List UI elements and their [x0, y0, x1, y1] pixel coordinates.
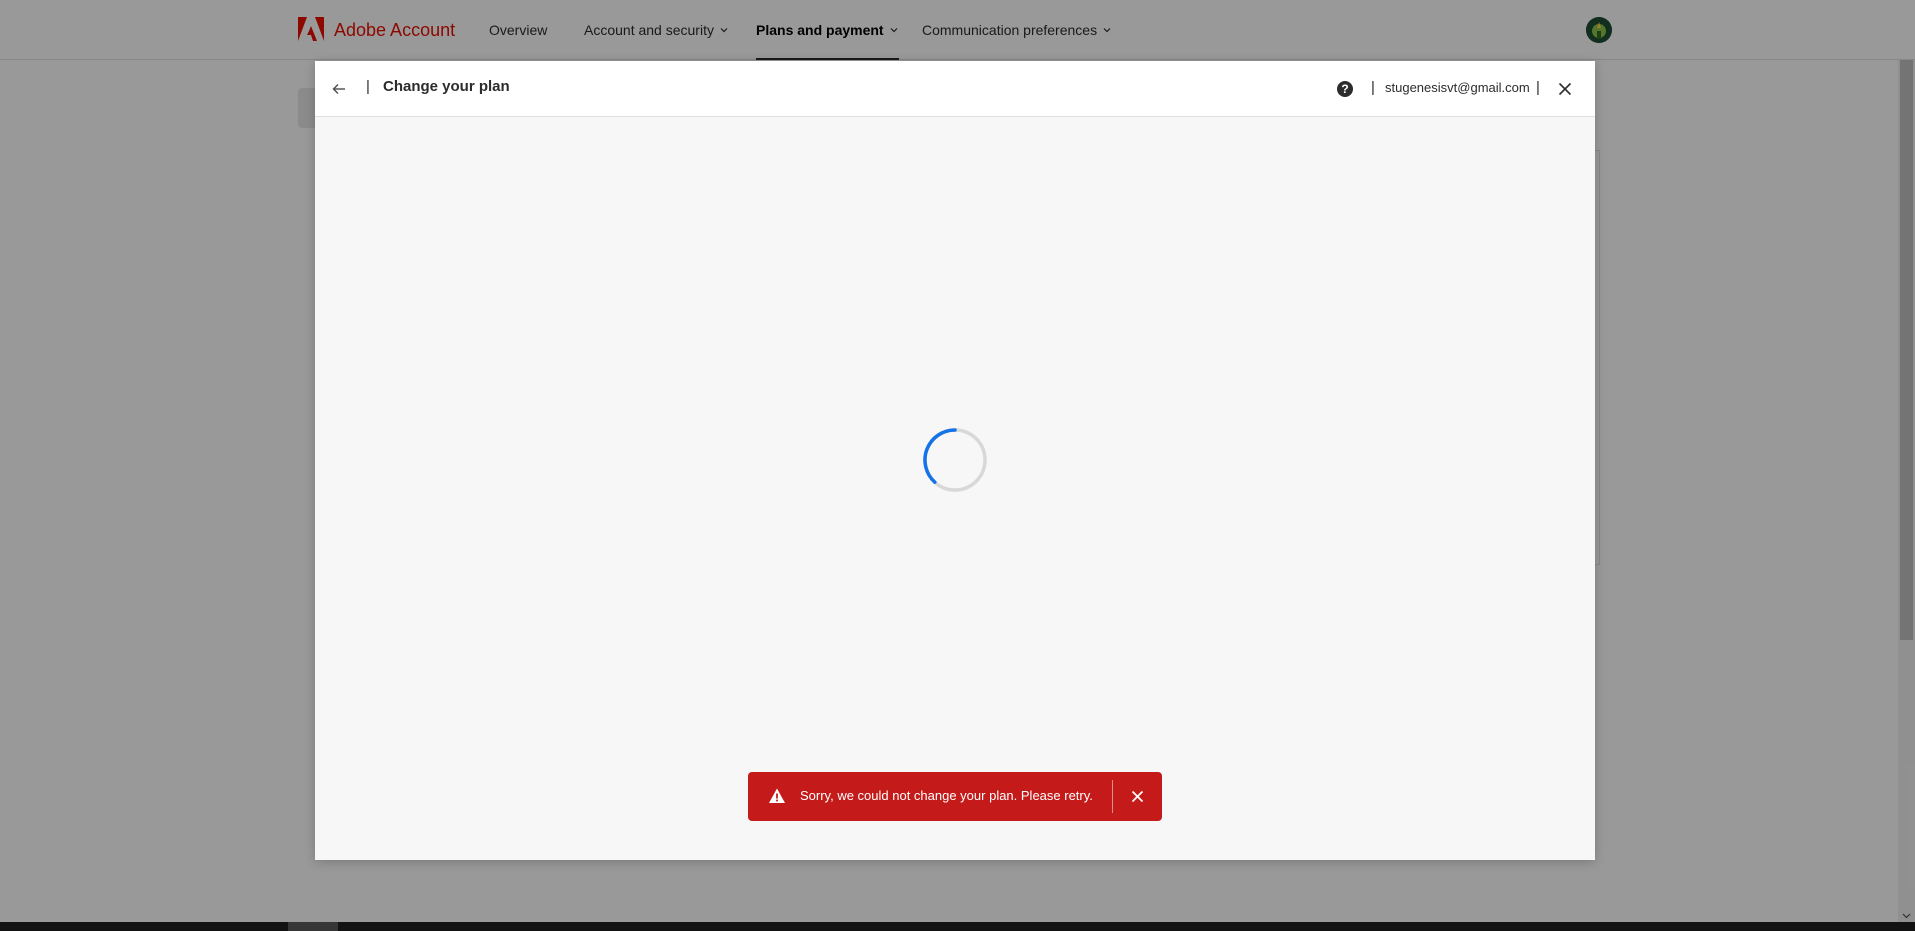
header-separator: | [366, 78, 370, 95]
question-circle-icon[interactable]: ? [1336, 80, 1354, 98]
toast-close-button[interactable] [1129, 788, 1146, 805]
header-separator: | [1371, 79, 1375, 96]
modal-close-button[interactable] [1555, 79, 1575, 99]
modal-header: | Change your plan ? | stugenesisvt@gmai… [315, 61, 1595, 117]
loading-spinner-icon [923, 428, 987, 492]
change-plan-modal: | Change your plan ? | stugenesisvt@gmai… [315, 61, 1595, 860]
toast-divider [1112, 780, 1113, 813]
close-icon [1131, 790, 1144, 803]
error-toast: Sorry, we could not change your plan. Pl… [748, 772, 1162, 821]
toast-message: Sorry, we could not change your plan. Pl… [800, 788, 1093, 803]
modal-title: Change your plan [383, 78, 510, 95]
svg-text:?: ? [1341, 82, 1348, 96]
user-email: stugenesisvt@gmail.com [1385, 80, 1530, 95]
close-icon [1558, 82, 1572, 96]
alert-triangle-icon [769, 788, 785, 803]
arrow-left-icon [332, 84, 345, 94]
back-button[interactable] [329, 79, 349, 99]
header-separator: | [1536, 79, 1540, 96]
